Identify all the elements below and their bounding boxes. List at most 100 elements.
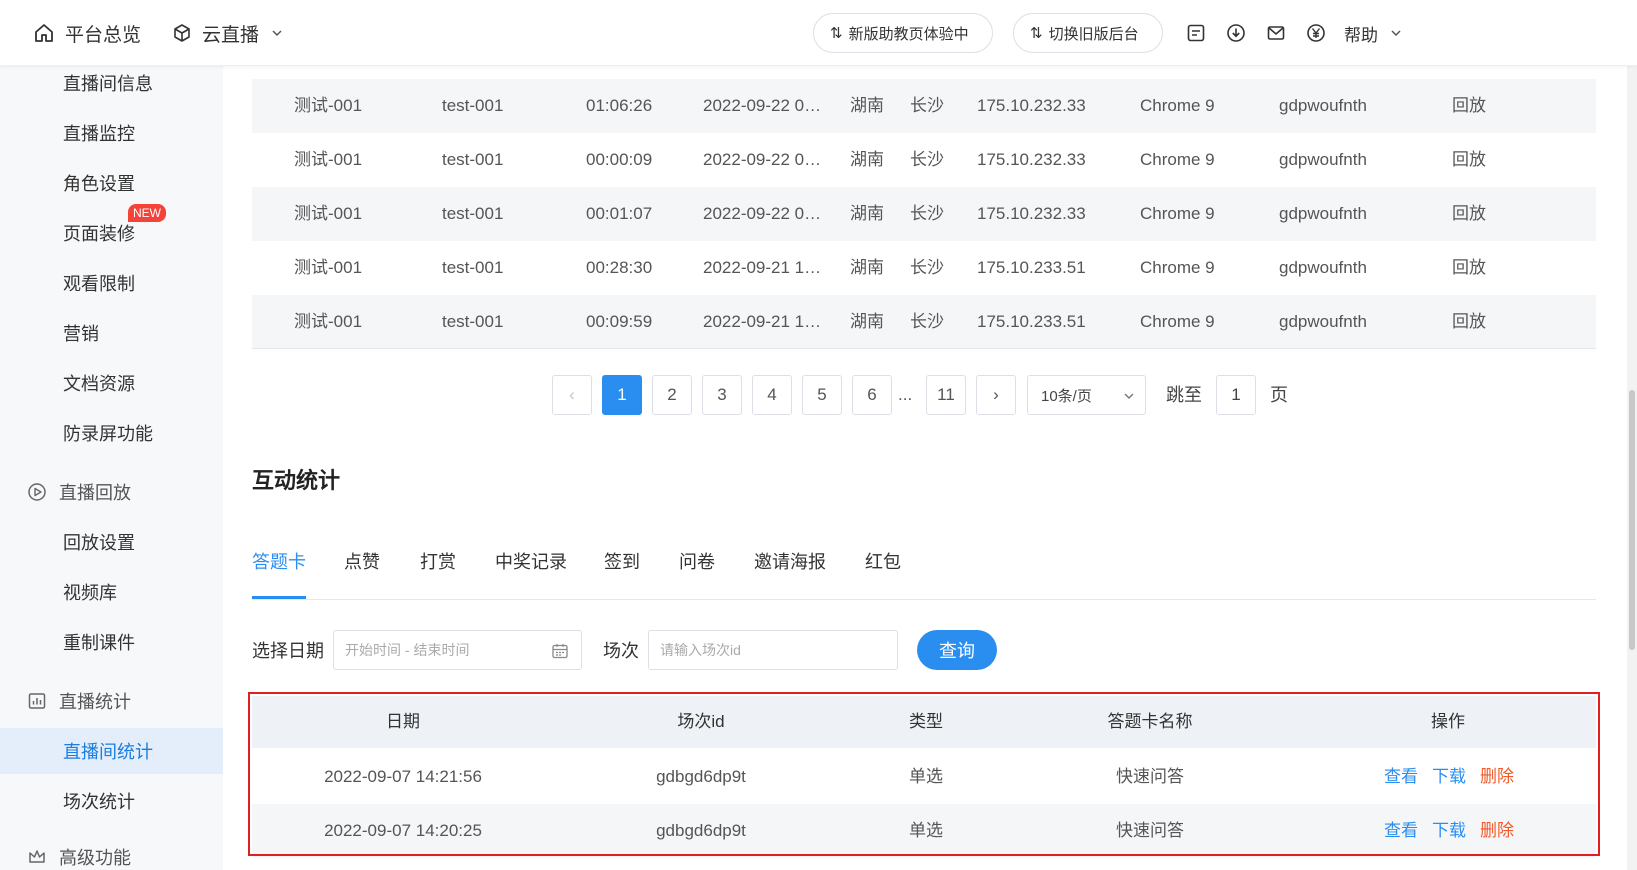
cell-name: 测试-001 bbox=[294, 258, 363, 277]
cell-province: 湖南 bbox=[850, 96, 884, 115]
switch-icon: ⇅ bbox=[830, 25, 843, 42]
sidebar-item-marketing[interactable]: 营销 bbox=[0, 310, 223, 356]
cell-ip: 175.10.233.51 bbox=[977, 258, 1086, 277]
chevron-down-icon bbox=[1391, 30, 1401, 37]
sidebar-group-advanced[interactable]: 高级功能 bbox=[0, 834, 223, 870]
tab-check-in[interactable]: 签到 bbox=[604, 548, 640, 574]
nav-platform-overview[interactable]: 平台总览 bbox=[33, 18, 141, 48]
date-filter-label: 选择日期 bbox=[252, 641, 324, 661]
tabs-divider bbox=[252, 599, 1596, 600]
tab-prize-records[interactable]: 中奖记录 bbox=[495, 548, 567, 574]
replay-link[interactable]: 回放 bbox=[1452, 295, 1486, 349]
help-menu[interactable]: 帮助 bbox=[1344, 18, 1412, 48]
sidebar-group-replay[interactable]: 直播回放 bbox=[0, 469, 223, 515]
tab-invite-poster[interactable]: 邀请海报 bbox=[754, 548, 826, 574]
page-size-select[interactable]: 10条/页 bbox=[1027, 375, 1146, 415]
cell-name: 测试-001 bbox=[294, 204, 363, 223]
sidebar-item-room-info[interactable]: 直播间信息 bbox=[0, 66, 223, 106]
session-id-placeholder: 请输入场次id bbox=[660, 642, 741, 658]
cell-name: 测试-001 bbox=[294, 150, 363, 169]
scrollbar-thumb[interactable] bbox=[1629, 390, 1635, 650]
sidebar-item-room-stats[interactable]: 直播间统计 bbox=[0, 728, 223, 774]
replay-link[interactable]: 回放 bbox=[1452, 133, 1486, 187]
replay-link[interactable]: 回放 bbox=[1452, 241, 1486, 295]
cell-name: 测试-001 bbox=[294, 96, 363, 115]
tab-answer-card[interactable]: 答题卡 bbox=[252, 548, 306, 574]
sidebar-item-video-library[interactable]: 视频库 bbox=[0, 569, 223, 615]
top-bar: 平台总览 云直播 ⇅ 新版助教页体验中 ⇅ 切换旧版后台 帮助 bbox=[0, 0, 1637, 66]
session-filter-label: 场次 bbox=[603, 641, 639, 661]
sidebar-group-label: 直播统计 bbox=[59, 692, 131, 712]
page-button[interactable]: 5 bbox=[802, 375, 842, 415]
cell-city: 长沙 bbox=[910, 204, 944, 223]
page-button[interactable]: 3 bbox=[702, 375, 742, 415]
cell-city: 长沙 bbox=[910, 96, 944, 115]
sidebar-group-label: 高级功能 bbox=[59, 848, 131, 868]
new-assistant-button[interactable]: ⇅ 新版助教页体验中 bbox=[813, 13, 993, 53]
cell-id: test-001 bbox=[442, 150, 504, 169]
chevron-down-icon bbox=[272, 30, 282, 37]
jump-label: 跳至 bbox=[1166, 385, 1202, 405]
page-size-value: 10条/页 bbox=[1041, 387, 1092, 405]
page-button[interactable]: 1 bbox=[602, 375, 642, 415]
sidebar-group-label: 直播回放 bbox=[59, 483, 131, 503]
page-button[interactable]: 4 bbox=[752, 375, 792, 415]
cell-id: test-001 bbox=[442, 96, 504, 115]
cell-ip: 175.10.232.33 bbox=[977, 96, 1086, 115]
session-id-input[interactable]: 请输入场次id bbox=[648, 630, 898, 670]
sidebar-item-page-decoration[interactable]: 页面装修 bbox=[0, 210, 223, 256]
sidebar-item-documents[interactable]: 文档资源 bbox=[0, 360, 223, 406]
page-button[interactable]: 6 bbox=[852, 375, 892, 415]
sidebar-item-role-settings[interactable]: 角色设置 bbox=[0, 160, 223, 206]
table-row: 测试-001 test-001 00:28:30 2022-09-21 1… 湖南 长沙 1… bbox=[252, 241, 1596, 295]
download-icon[interactable] bbox=[1224, 21, 1248, 45]
cell-time: 2022-09-21 1… bbox=[703, 312, 822, 331]
prev-page-button[interactable]: ‹ bbox=[552, 375, 592, 415]
tab-likes[interactable]: 点赞 bbox=[344, 548, 380, 574]
notes-icon[interactable] bbox=[1184, 21, 1208, 45]
switch-old-button[interactable]: ⇅ 切换旧版后台 bbox=[1013, 13, 1163, 53]
sidebar-item-session-stats[interactable]: 场次统计 bbox=[0, 778, 223, 824]
yen-icon[interactable] bbox=[1304, 21, 1328, 45]
sidebar-item-anti-record[interactable]: 防录屏功能 bbox=[0, 410, 223, 456]
cell-ip: 175.10.232.33 bbox=[977, 150, 1086, 169]
tab-survey[interactable]: 问卷 bbox=[679, 548, 715, 574]
new-badge: NEW bbox=[128, 204, 166, 222]
sidebar-item-live-monitor[interactable]: 直播监控 bbox=[0, 110, 223, 156]
cell-city: 长沙 bbox=[910, 312, 944, 331]
query-button[interactable]: 查询 bbox=[917, 630, 997, 670]
tab-red-packet[interactable]: 红包 bbox=[865, 548, 901, 574]
sidebar-item-label: 防录屏功能 bbox=[63, 424, 153, 444]
sidebar-item-rebuild-courseware[interactable]: 重制课件 bbox=[0, 619, 223, 665]
section-title: 互动统计 bbox=[252, 468, 341, 493]
mail-icon[interactable] bbox=[1264, 21, 1288, 45]
cell-duration: 00:00:09 bbox=[586, 150, 653, 169]
cell-browser: Chrome 9 bbox=[1140, 204, 1215, 223]
page-button[interactable]: 2 bbox=[652, 375, 692, 415]
cell-province: 湖南 bbox=[850, 312, 884, 331]
tab-rewards[interactable]: 打赏 bbox=[420, 548, 456, 574]
replay-link[interactable]: 回放 bbox=[1452, 79, 1486, 133]
cell-browser: Chrome 9 bbox=[1140, 96, 1215, 115]
help-label: 帮助 bbox=[1344, 25, 1378, 45]
sidebar-group-stats[interactable]: 直播统计 bbox=[0, 678, 223, 724]
date-range-placeholder: 开始时间 - 结束时间 bbox=[345, 642, 470, 658]
cell-browser: Chrome 9 bbox=[1140, 150, 1215, 169]
replay-link[interactable]: 回放 bbox=[1452, 187, 1486, 241]
cell-ip: 175.10.233.51 bbox=[977, 312, 1086, 331]
next-page-button[interactable]: › bbox=[976, 375, 1016, 415]
sidebar-item-view-restrictions[interactable]: 观看限制 bbox=[0, 260, 223, 306]
sidebar-item-label: 直播间信息 bbox=[63, 74, 153, 94]
cell-duration: 00:09:59 bbox=[586, 312, 653, 331]
nav-cloud-live[interactable]: 云直播 bbox=[172, 18, 293, 48]
page-button[interactable]: 11 bbox=[926, 375, 966, 415]
jump-page-input[interactable]: 1 bbox=[1216, 375, 1256, 415]
date-range-input[interactable]: 开始时间 - 结束时间 bbox=[333, 630, 582, 670]
page-ellipsis: ... bbox=[898, 385, 913, 404]
cell-province: 湖南 bbox=[850, 258, 884, 277]
cell-city: 长沙 bbox=[910, 258, 944, 277]
cell-user: gdpwoufnth bbox=[1279, 204, 1367, 223]
sidebar-item-replay-settings[interactable]: 回放设置 bbox=[0, 519, 223, 565]
sidebar-item-label: 角色设置 bbox=[63, 174, 135, 194]
cell-name: 测试-001 bbox=[294, 312, 363, 331]
